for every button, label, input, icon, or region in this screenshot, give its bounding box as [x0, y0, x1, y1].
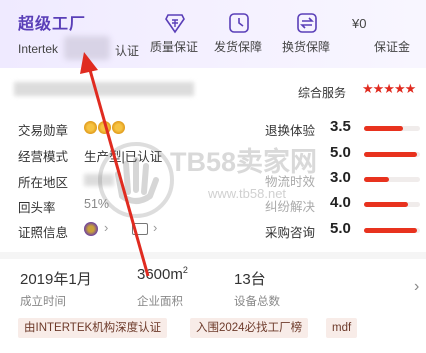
rating-label-return: 退换体验	[265, 124, 316, 138]
rating-score-2: 5.0	[330, 144, 351, 161]
deposit-label[interactable]: 保证金	[374, 38, 410, 55]
chevron-right-icon[interactable]: ›	[414, 278, 419, 296]
info-label-medal: 交易勋章	[18, 124, 69, 138]
rating-bar-fill	[364, 177, 390, 182]
exchange-label[interactable]: 换货保障	[282, 38, 330, 55]
tag-mdf[interactable]: mdf	[326, 318, 358, 338]
stat-founded-label: 成立时间	[20, 296, 66, 308]
rating-score-dispute: 4.0	[330, 194, 351, 211]
overall-stars: ★★★★★	[362, 81, 416, 96]
brand-subtitle: Intertek	[18, 42, 59, 56]
tag-factory-list[interactable]: 入围2024必找工厂榜	[190, 318, 309, 338]
license-doc-icon[interactable]	[132, 223, 148, 235]
trade-medals	[84, 121, 126, 137]
info-label-region: 所在地区	[18, 176, 69, 190]
info-label-license: 证照信息	[18, 226, 69, 240]
brand-subtitle-cert: 认证	[115, 44, 140, 58]
watermark-hand-logo	[98, 142, 174, 218]
medal-icon	[112, 121, 125, 134]
deposit-amount: ¥0	[352, 16, 367, 31]
medal-icon	[98, 121, 111, 134]
stat-area-label: 企业面积	[137, 296, 183, 308]
stat-equipment-value: 13台	[234, 271, 266, 288]
rating-bar-inquiry	[364, 228, 420, 233]
clock-icon	[229, 13, 249, 33]
info-label-mode: 经营模式	[18, 150, 69, 164]
quality-label[interactable]: 质量保证	[150, 38, 198, 55]
section-divider	[0, 252, 426, 259]
blurred-text	[64, 36, 110, 60]
rating-bar-fill	[364, 202, 408, 207]
rating-bar-dispute	[364, 202, 420, 207]
rating-label-inquiry: 采购咨询	[265, 226, 316, 240]
rating-score-logistics: 3.0	[330, 169, 351, 186]
company-name-blurred	[14, 82, 194, 96]
rating-score-return: 3.5	[330, 118, 351, 135]
watermark-text: TB58卖家网	[170, 147, 318, 177]
rating-bar-fill	[364, 228, 418, 233]
overall-service-label: 综合服务	[298, 86, 347, 100]
rating-bar-logistics	[364, 177, 420, 182]
rating-score-inquiry: 5.0	[330, 220, 351, 237]
rating-bar-fill	[364, 126, 404, 131]
rating-bar-fill	[364, 152, 418, 157]
watermark-url: www.tb58.net	[208, 186, 287, 201]
chevron-right-icon[interactable]: ›	[153, 220, 157, 235]
chevron-right-icon[interactable]: ›	[104, 220, 108, 235]
tag-intertek[interactable]: 由INTERTEK机构深度认证	[18, 318, 168, 338]
exchange-icon	[297, 13, 317, 33]
info-label-repurchase: 回头率	[18, 201, 56, 215]
medal-icon	[84, 121, 97, 134]
brand-title: 超级工厂	[18, 16, 87, 33]
stat-equipment-label: 设备总数	[234, 296, 280, 308]
stat-area-value: 3600m2	[137, 265, 188, 283]
stat-founded-value: 2019年1月	[20, 271, 92, 288]
quality-icon	[165, 14, 185, 34]
license-icon[interactable]	[84, 222, 98, 236]
rating-bar-2	[364, 152, 420, 157]
delivery-label[interactable]: 发货保障	[214, 38, 262, 55]
rating-bar-return	[364, 126, 420, 131]
